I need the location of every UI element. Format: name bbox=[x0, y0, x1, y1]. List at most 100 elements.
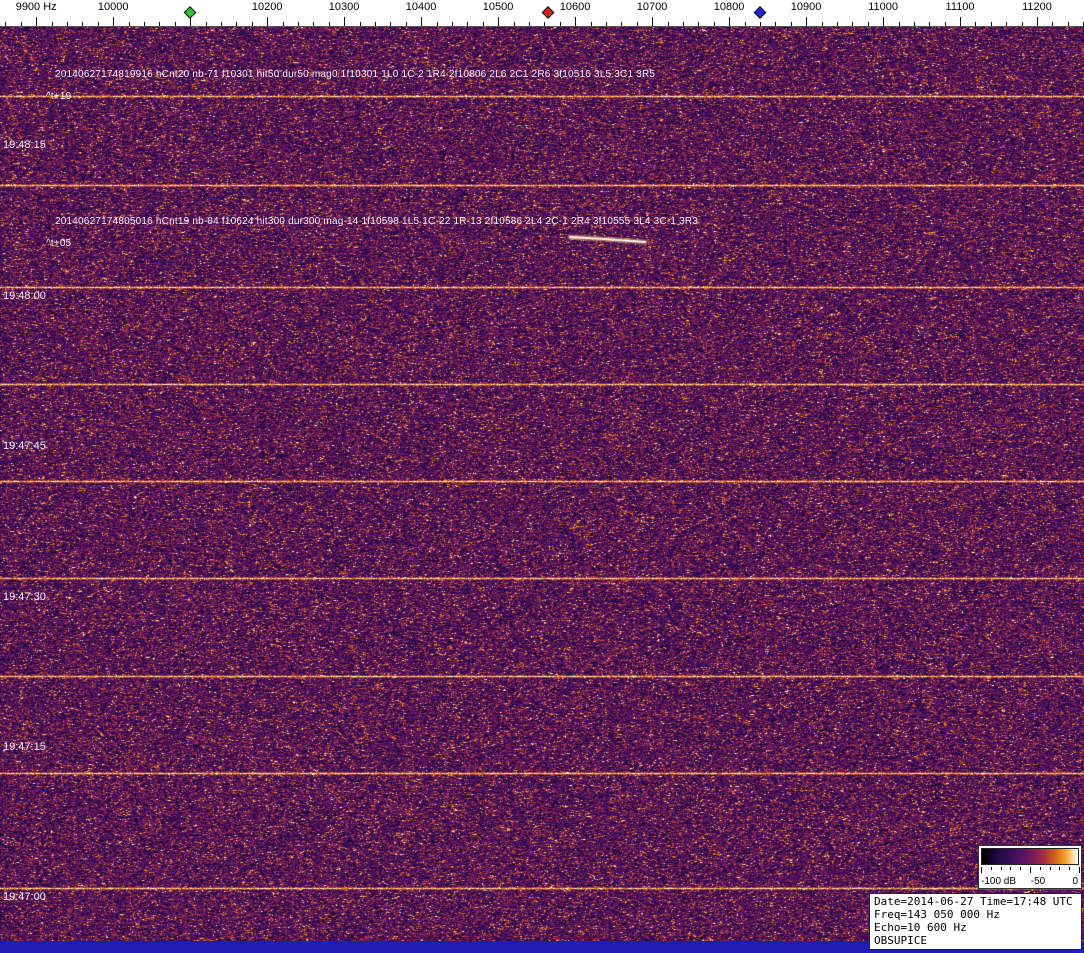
freq-tick bbox=[652, 17, 654, 26]
freq-tick bbox=[513, 22, 515, 26]
colorbar-label-max: 0 bbox=[1072, 876, 1078, 887]
freq-label: 10500 bbox=[482, 1, 514, 13]
freq-label: 10300 bbox=[328, 1, 360, 13]
freq-tick bbox=[482, 22, 484, 26]
freq-tick bbox=[51, 22, 53, 26]
colorbar-tick bbox=[1079, 867, 1080, 873]
freq-tick bbox=[313, 22, 315, 26]
info-line: Date=2014-06-27 Time=17:48 UTC bbox=[874, 895, 1073, 908]
freq-tick bbox=[960, 17, 961, 26]
freq-tick bbox=[713, 22, 715, 26]
colorbar-tick bbox=[1000, 867, 1002, 870]
colorbar-legend: -100 dB -50 0 bbox=[978, 845, 1082, 889]
colorbar-tick bbox=[1059, 867, 1061, 870]
colorbar-tick bbox=[1049, 867, 1051, 870]
colorbar-tick bbox=[1039, 867, 1041, 870]
freq-marker-blue-icon[interactable] bbox=[753, 6, 767, 19]
freq-tick bbox=[806, 17, 808, 26]
freq-label: 10600 bbox=[559, 1, 591, 13]
freq-tick bbox=[236, 22, 238, 26]
freq-tick bbox=[1067, 22, 1069, 26]
freq-tick bbox=[944, 22, 946, 26]
info-line: OBSUPICE bbox=[874, 934, 927, 947]
freq-tick bbox=[436, 22, 438, 26]
freq-tick bbox=[605, 22, 607, 26]
freq-tick bbox=[1037, 17, 1038, 26]
freq-tick bbox=[913, 22, 915, 26]
freq-tick bbox=[405, 22, 407, 26]
frequency-ruler: 9900 Hz 10000 10200 10300 10400 10500 10600 107… bbox=[0, 0, 1084, 27]
freq-label: 11100 bbox=[945, 1, 975, 13]
freq-tick bbox=[1006, 22, 1008, 26]
freq-tick bbox=[174, 22, 176, 26]
freq-marker-green-icon[interactable] bbox=[183, 6, 197, 19]
freq-tick bbox=[744, 22, 746, 26]
freq-tick bbox=[297, 22, 299, 26]
freq-label: 10800 bbox=[713, 1, 745, 13]
freq-tick bbox=[82, 22, 84, 26]
freq-label: 10000 bbox=[97, 1, 129, 13]
freq-tick bbox=[883, 17, 885, 26]
freq-tick bbox=[975, 22, 977, 26]
freq-tick bbox=[667, 22, 669, 26]
freq-tick bbox=[867, 22, 869, 26]
freq-tick bbox=[621, 22, 623, 26]
freq-marker-red-icon[interactable] bbox=[541, 6, 555, 19]
freq-tick bbox=[790, 22, 792, 26]
freq-tick bbox=[128, 22, 130, 26]
freq-tick bbox=[221, 22, 222, 26]
freq-tick bbox=[390, 22, 392, 26]
freq-tick bbox=[328, 22, 330, 26]
freq-tick bbox=[282, 22, 284, 26]
colorbar-label-mid: -50 bbox=[1030, 876, 1046, 887]
freq-tick bbox=[729, 17, 731, 26]
colorbar-gradient bbox=[981, 848, 1079, 865]
freq-tick bbox=[590, 22, 592, 26]
colorbar-tick bbox=[1069, 867, 1071, 870]
freq-label: 10900 bbox=[790, 1, 822, 13]
freq-tick bbox=[498, 17, 500, 26]
colorbar-label-min: -100 dB bbox=[981, 876, 1017, 887]
freq-tick bbox=[852, 22, 854, 26]
freq-tick bbox=[251, 22, 253, 26]
freq-tick bbox=[759, 22, 761, 26]
freq-tick bbox=[144, 22, 145, 26]
spectrogram-window: 9900 Hz 10000 10200 10300 10400 10500 10600 107… bbox=[0, 0, 1084, 953]
freq-tick bbox=[1052, 22, 1054, 26]
freq-tick bbox=[451, 22, 453, 26]
colorbar-tick bbox=[1020, 867, 1022, 870]
freq-tick bbox=[698, 22, 700, 26]
freq-tick bbox=[20, 22, 22, 26]
freq-tick bbox=[929, 22, 931, 26]
freq-tick bbox=[5, 22, 7, 26]
freq-tick bbox=[544, 22, 546, 26]
info-line: Freq=143 050 000 Hz bbox=[874, 908, 1000, 921]
freq-tick bbox=[682, 22, 684, 26]
spectrogram-canvas bbox=[0, 27, 1084, 941]
freq-label: 10700 bbox=[636, 1, 668, 13]
info-line: Echo=10 600 Hz bbox=[874, 921, 967, 934]
freq-tick bbox=[775, 22, 777, 26]
freq-tick bbox=[421, 17, 423, 26]
freq-tick bbox=[559, 22, 561, 26]
freq-tick bbox=[67, 22, 68, 26]
freq-tick bbox=[97, 22, 99, 26]
colorbar-tick bbox=[981, 867, 982, 873]
freq-tick bbox=[374, 22, 376, 26]
freq-tick bbox=[205, 22, 207, 26]
freq-label: 9900 Hz bbox=[15, 1, 57, 13]
freq-tick bbox=[836, 22, 838, 26]
freq-label: 11200 bbox=[1022, 1, 1052, 13]
freq-tick bbox=[898, 22, 900, 26]
freq-tick bbox=[113, 17, 115, 26]
freq-tick bbox=[636, 22, 638, 26]
freq-tick bbox=[159, 22, 161, 26]
colorbar-tick bbox=[1010, 867, 1012, 870]
freq-tick bbox=[990, 22, 992, 26]
freq-tick bbox=[36, 17, 38, 26]
freq-tick bbox=[344, 17, 346, 26]
freq-tick bbox=[575, 17, 577, 26]
freq-tick bbox=[821, 22, 823, 26]
freq-tick bbox=[267, 17, 269, 26]
colorbar-tick bbox=[990, 867, 992, 870]
